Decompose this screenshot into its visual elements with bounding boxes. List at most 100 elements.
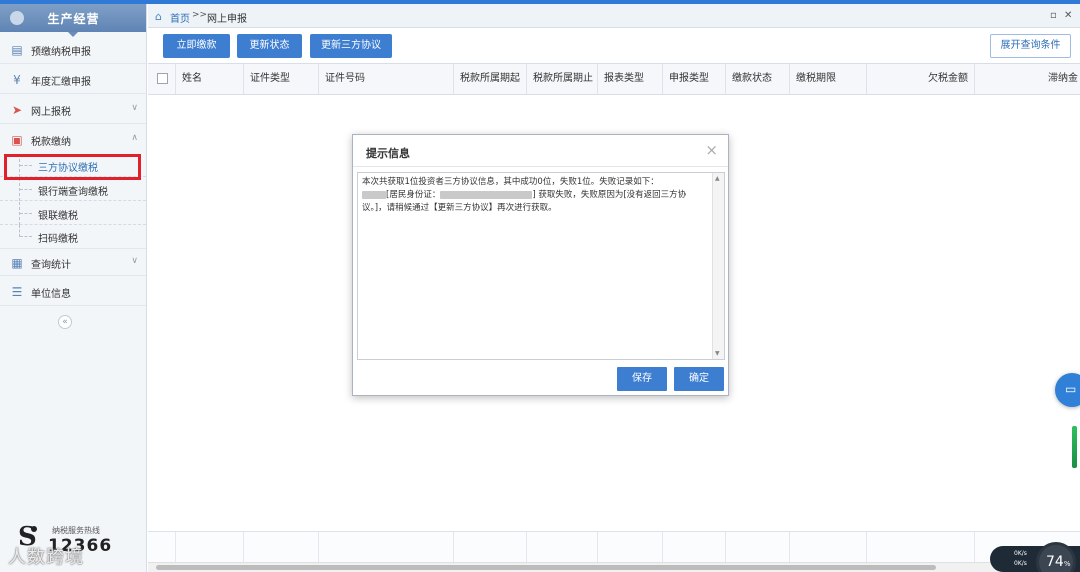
chevron-up-icon: ∧ [131,133,138,143]
message-line-1: 本次共获取1位投资者三方协议信息，其中成功0位，失败1位。失败记录如下： [362,177,659,187]
footer-cell [148,532,176,563]
chevron-down-icon: ∨ [131,103,138,113]
grid-footer [148,531,1080,563]
breadcrumb: ⌂ 首页 >> 网上申报 ▫ ✕ [148,4,1080,28]
sidebar: 生产经营 ▤ 预缴纳税申报 ¥ 年度汇缴申报 ➤ 网上报税 ∨ ▣ 税款缴纳 ∧… [0,4,147,572]
tree-branch [20,236,32,237]
column-header[interactable]: 姓名 [176,64,244,94]
footer-cell [867,532,975,563]
select-all-cell[interactable] [148,64,176,94]
sidebar-subitem-label: 银行端查询缴税 [38,187,108,198]
footer-cell [663,532,726,563]
side-indicator [1072,426,1077,468]
sidebar-item-prepaid-declaration[interactable]: ▤ 预缴纳税申报 [0,36,146,64]
sidebar-footer: S 纳税服务热线 12366 人数跨境 [0,517,146,572]
message-line-3: 议。]，请稍候通过【更新三方协议】再次进行获取。 [362,203,557,213]
breadcrumb-current: 网上申报 [207,14,247,25]
cashier-icon: ▣ [11,133,23,147]
sidebar-item-unit-info[interactable]: ☰ 单位信息 [0,278,146,306]
document-icon: ▤ [11,43,23,57]
footer-cell [454,532,527,563]
sidebar-item-online-filing[interactable]: ➤ 网上报税 ∨ [0,96,146,124]
sidebar-header: 生产经营 [0,4,146,37]
footer-cell [726,532,790,563]
scroll-down-icon[interactable]: ▼ [715,350,720,357]
sidebar-item-label: 查询统计 [31,260,71,271]
dialog-message-area[interactable]: 本次共获取1位投资者三方协议信息，其中成功0位，失败1位。失败记录如下： [居民… [357,172,725,360]
update-status-button[interactable]: 更新状态 [237,34,302,58]
tree-branch [20,189,32,190]
confirm-button[interactable]: 确定 [674,367,724,391]
list-icon: ☰ [11,285,23,299]
message-line-2b: ] 获取失败，失败原因为[没有返回三方协 [532,190,687,200]
message-line-2a: [居民身份证： [386,190,441,200]
usage-value: 74 [1046,554,1064,570]
column-header[interactable]: 证件号码 [319,64,454,94]
scroll-up-icon[interactable]: ▲ [715,175,720,182]
sidebar-item-label: 税款缴纳 [31,137,71,148]
sidebar-item-query-stats[interactable]: ▦ 查询统计 ∨ [0,248,146,276]
column-header[interactable]: 税款所属期起 [454,64,527,94]
footer-cell [598,532,663,563]
dialog-divider [353,166,728,167]
collapse-sidebar-button[interactable]: « [58,315,72,329]
footer-cell [319,532,454,563]
expand-query-button[interactable]: 展开查询条件 [990,34,1071,58]
dialog-title: 提示信息 [366,147,410,160]
pay-now-button[interactable]: 立即缴款 [163,34,230,58]
footer-cell [176,532,244,563]
home-icon[interactable]: ⌂ [155,10,162,23]
yen-icon: ¥ [13,73,21,87]
chevron-down-icon: ∨ [131,256,138,266]
breadcrumb-home-link[interactable]: 首页 [170,10,190,25]
report-icon: ▦ [11,256,23,270]
column-header[interactable]: 欠税金额 [867,64,975,94]
vertical-scrollbar[interactable]: ▲ ▼ [712,173,724,359]
column-header[interactable]: 缴款状态 [726,64,790,94]
sidebar-item-annual-settlement[interactable]: ¥ 年度汇缴申报 [0,66,146,94]
breadcrumb-separator: >> [192,10,208,20]
save-button[interactable]: 保存 [617,367,667,391]
sidebar-item-tax-payment[interactable]: ▣ 税款缴纳 ∧ [0,126,146,154]
grid-header: 姓名 证件类型 证件号码 税款所属期起 税款所属期止 报表类型 申报类型 缴款状… [148,63,1080,95]
column-header[interactable]: 税款所属期止 [527,64,598,94]
sidebar-subitem-label: 银联缴税 [38,211,78,222]
chat-icon: ▭ [1065,382,1077,396]
scrollbar-thumb[interactable] [156,565,936,570]
sidebar-subitem-bank-query[interactable]: 银行端查询缴税 [0,178,146,201]
close-icon[interactable]: × [705,141,718,159]
select-all-checkbox[interactable] [157,73,168,84]
download-speed: 0K/s [1014,560,1027,567]
redacted-id-number [440,190,533,199]
sidebar-item-label: 单位信息 [31,289,71,300]
toolbar: 立即缴款 更新状态 更新三方协议 展开查询条件 [148,29,1080,63]
update-agreement-button[interactable]: 更新三方协议 [310,34,392,58]
sidebar-item-label: 预缴纳税申报 [31,47,91,58]
footer-cell [527,532,598,563]
sidebar-subitem-label: 扫码缴税 [38,234,78,245]
footer-cell [244,532,319,563]
hotline-label: 纳税服务热线 [52,526,100,535]
column-header[interactable]: 滞纳金 [975,64,1080,94]
watermark-text: 人数跨境 [8,547,84,568]
column-header[interactable]: 报表类型 [598,64,663,94]
info-dialog: 提示信息 × 本次共获取1位投资者三方协议信息，其中成功0位，失败1位。失败记录… [352,134,729,396]
tree-branch [20,213,32,214]
sidebar-title: 生产经营 [47,12,100,26]
horizontal-scrollbar[interactable] [148,562,1080,572]
sidebar-item-label: 网上报税 [31,107,71,118]
column-header[interactable]: 申报类型 [663,64,726,94]
upload-speed: 0K/s [1014,550,1027,557]
sidebar-subitem-unionpay[interactable]: 银联缴税 [0,202,146,225]
footer-cell [790,532,867,563]
sidebar-subitem-scan-pay[interactable]: 扫码缴税 [0,225,146,248]
column-header[interactable]: 缴税期限 [790,64,867,94]
dialog-message: 本次共获取1位投资者三方协议信息，其中成功0位，失败1位。失败记录如下： [居民… [362,176,712,215]
percent-sign: % [1063,560,1071,568]
redacted-name [362,190,386,199]
restore-icon[interactable]: ▫ [1050,10,1057,21]
close-icon[interactable]: ✕ [1064,10,1072,21]
column-header[interactable]: 证件类型 [244,64,319,94]
send-icon: ➤ [11,103,23,117]
usage-percent: 74% [1046,554,1070,570]
